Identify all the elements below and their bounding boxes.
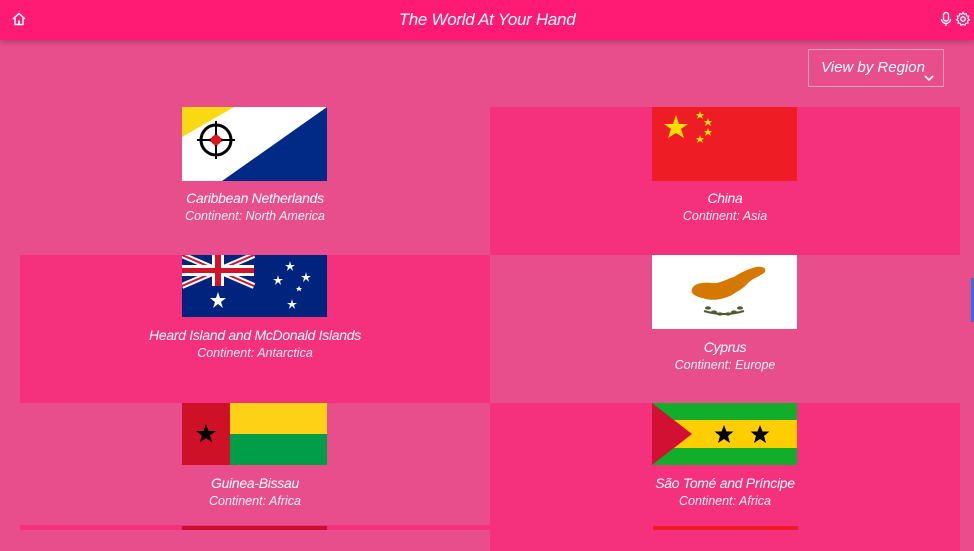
country-card-china[interactable]: China Continent: Asia bbox=[490, 107, 960, 255]
app-header: The World At Your Hand bbox=[0, 0, 974, 40]
country-continent: Continent: Africa bbox=[679, 494, 771, 508]
country-card-heard-island[interactable]: Heard Island and McDonald Islands Contin… bbox=[20, 252, 490, 403]
app-title: The World At Your Hand bbox=[398, 10, 576, 29]
flag-partial bbox=[653, 526, 798, 530]
country-card-partial[interactable] bbox=[490, 525, 960, 530]
country-name: Cyprus bbox=[703, 339, 747, 355]
country-card-cyprus[interactable]: Cyprus Continent: Europe bbox=[490, 255, 960, 403]
gear-icon[interactable] bbox=[955, 11, 971, 27]
cyprus-flag bbox=[652, 255, 797, 334]
country-continent: Continent: Antarctica bbox=[197, 346, 313, 360]
country-name: Caribbean Netherlands bbox=[186, 190, 324, 206]
country-card-caribbean-netherlands[interactable]: Caribbean Netherlands Continent: North A… bbox=[20, 107, 490, 255]
country-continent: Continent: Europe bbox=[674, 358, 776, 372]
country-continent: Continent: Africa bbox=[209, 494, 301, 508]
chevron-down-icon bbox=[923, 62, 935, 82]
country-name: China bbox=[707, 190, 743, 206]
country-name: Guinea-Bissau bbox=[211, 475, 299, 491]
country-continent: Continent: Asia bbox=[682, 209, 768, 223]
country-name: Heard Island and McDonald Islands bbox=[149, 327, 361, 343]
flag-partial bbox=[182, 526, 327, 530]
view-by-region-select[interactable]: View by Region bbox=[808, 49, 944, 87]
china-flag bbox=[652, 107, 797, 186]
guinea-bissau-flag bbox=[182, 403, 327, 470]
country-card-partial[interactable] bbox=[20, 525, 490, 530]
country-name: São Tomé and Príncipe bbox=[655, 475, 795, 491]
microphone-icon[interactable] bbox=[938, 11, 954, 27]
sao-tome-flag bbox=[652, 403, 797, 470]
bonaire-flag bbox=[182, 107, 327, 186]
country-continent: Continent: North America bbox=[185, 209, 325, 223]
australia-flag bbox=[180, 252, 327, 322]
region-select-label: View by Region bbox=[821, 59, 925, 76]
